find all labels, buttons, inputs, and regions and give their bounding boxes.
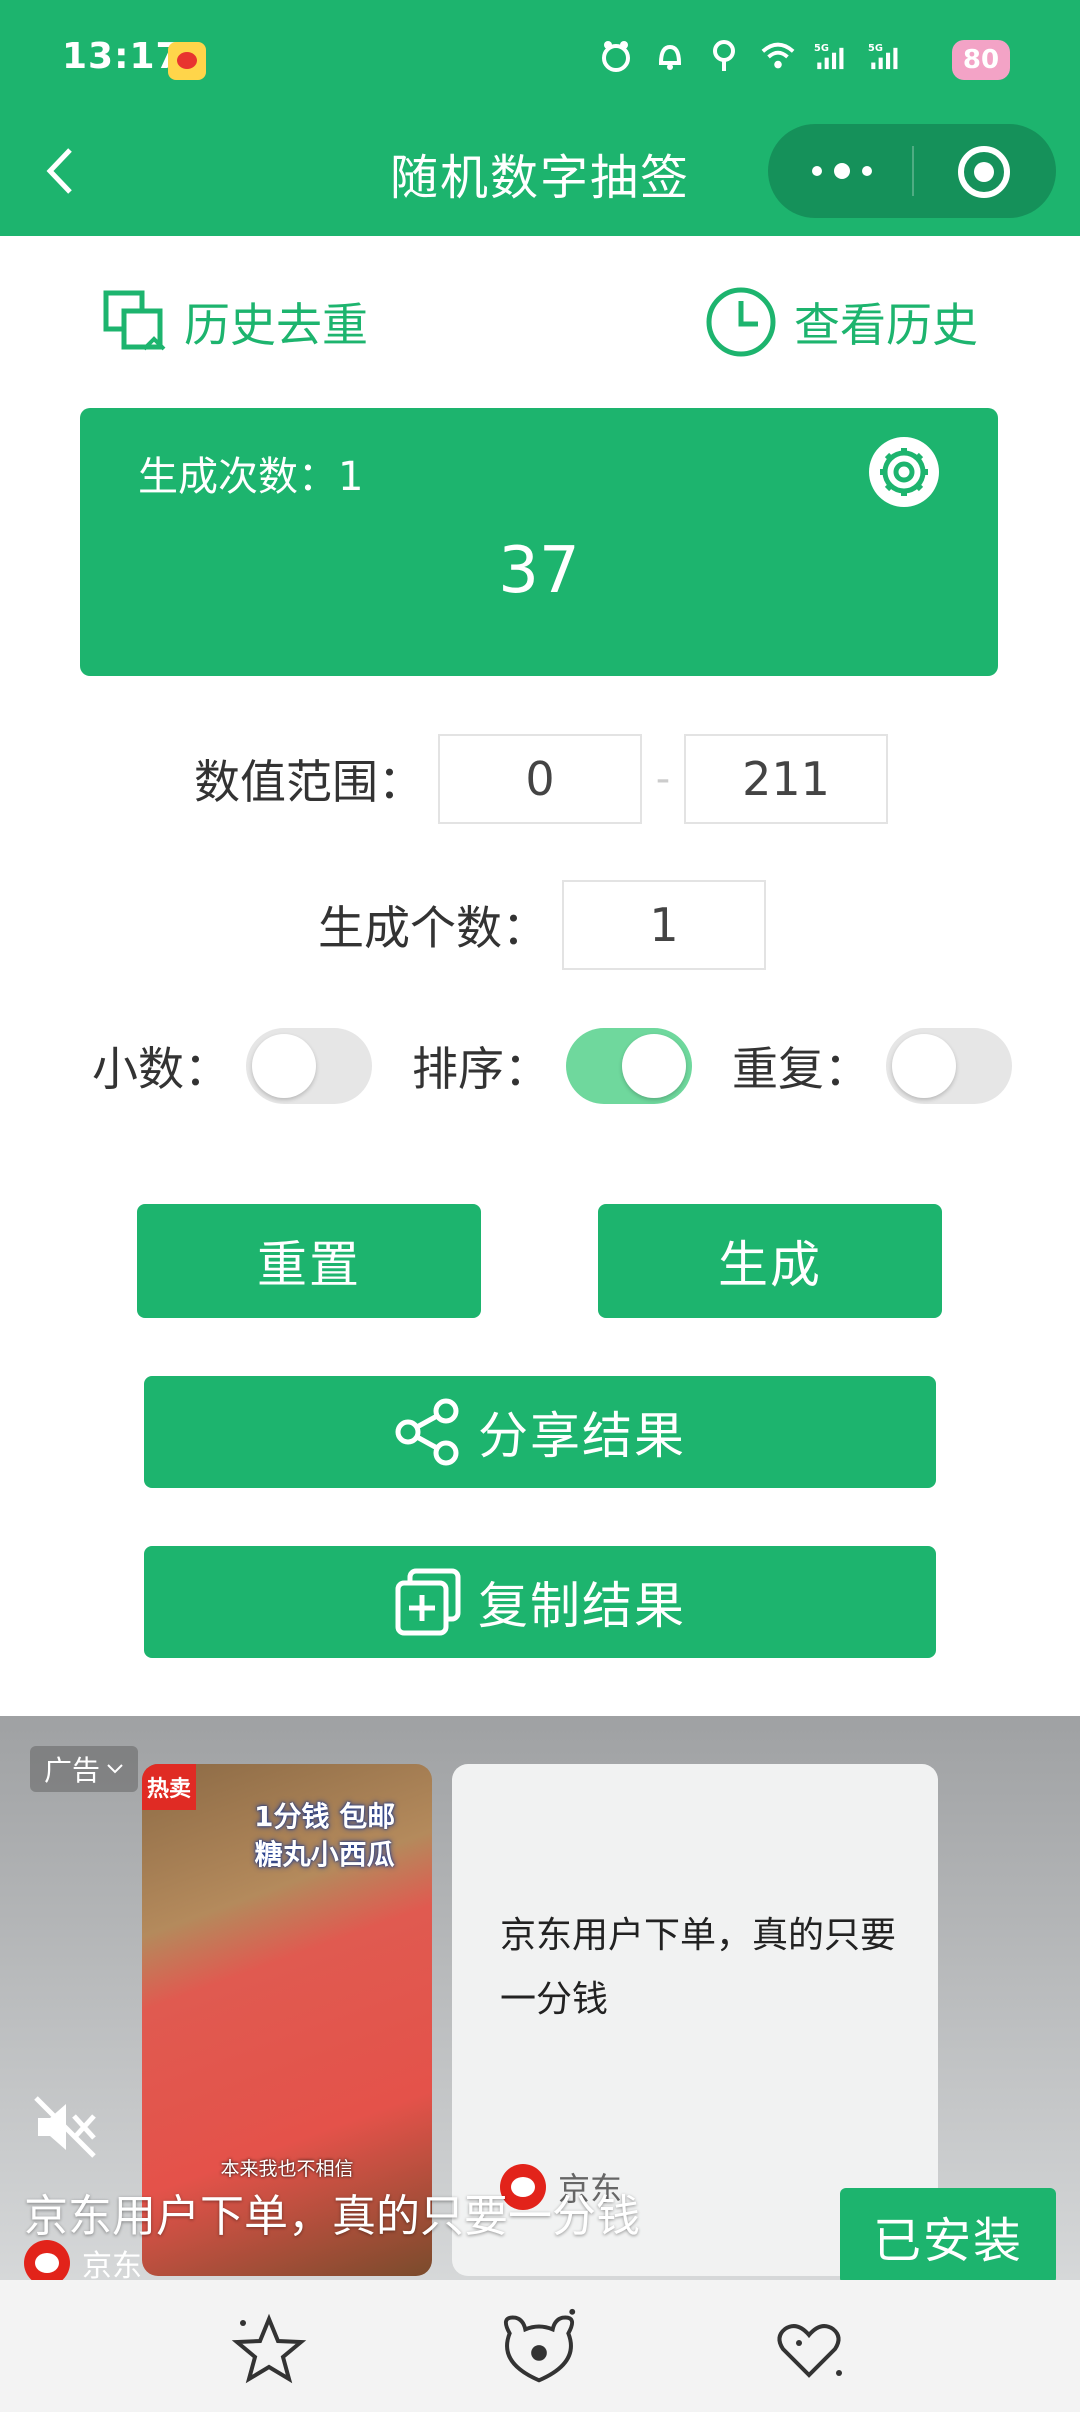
share-result-label: 分享结果 bbox=[478, 1407, 686, 1465]
view-history-link[interactable]: 查看历史 bbox=[704, 282, 978, 362]
weibo-notification-icon bbox=[168, 42, 206, 80]
result-card: 生成次数：1 37 bbox=[80, 408, 998, 676]
generate-button-label: 生成 bbox=[718, 1236, 822, 1294]
range-row: 数值范围： 0 - 211 bbox=[194, 734, 888, 824]
mute-icon[interactable] bbox=[30, 2092, 100, 2162]
jd-logo-icon bbox=[24, 2240, 70, 2280]
ad-banner[interactable]: 广告 热卖 1分钱 包邮 糖丸小西瓜 本来我也不相信 京东用户下单，真的只要一分… bbox=[0, 1716, 1080, 2280]
wifi-icon bbox=[760, 38, 796, 74]
signal-5g-secondary-icon: 5G bbox=[868, 38, 904, 74]
bottom-nav-bar bbox=[0, 2280, 1080, 2412]
ad-video-caption: 本来我也不相信 bbox=[220, 2158, 354, 2180]
ad-promo-line-1: 1分钱 包邮 bbox=[254, 1800, 396, 1833]
pet-nav-icon[interactable] bbox=[494, 2304, 584, 2394]
svg-text:5G: 5G bbox=[868, 43, 883, 54]
ad-overlay-title: 京东用户下单，真的只要一分钱 bbox=[24, 2191, 640, 2242]
ad-promo-text: 1分钱 包邮 糖丸小西瓜 bbox=[254, 1798, 395, 1874]
quantity-label: 生成个数： bbox=[318, 901, 548, 955]
ad-tag[interactable]: 广告 bbox=[30, 1746, 138, 1792]
decimal-label: 小数： bbox=[92, 1042, 230, 1096]
top-bar: 13:17 5G 5G 80 随机数字抽签 bbox=[0, 0, 1080, 236]
decimal-toggle[interactable] bbox=[246, 1028, 372, 1104]
ad-tag-label: 广告 bbox=[43, 1754, 100, 1787]
mini-program-capsule bbox=[768, 124, 1056, 218]
range-separator: - bbox=[655, 756, 671, 802]
share-result-button[interactable]: 分享结果 bbox=[144, 1376, 936, 1488]
clock-icon bbox=[706, 287, 776, 357]
ad-description: 京东用户下单，真的只要一分钱 bbox=[500, 1915, 897, 2020]
status-icons: 5G 5G bbox=[598, 38, 904, 74]
signal-5g-icon: 5G bbox=[814, 38, 850, 74]
repeat-toggle[interactable] bbox=[886, 1028, 1012, 1104]
copy-result-label: 复制结果 bbox=[478, 1577, 686, 1635]
range-max-input[interactable]: 211 bbox=[684, 734, 888, 824]
history-dedup-link[interactable]: 历史去重 bbox=[102, 282, 368, 362]
balloon-notification-icon bbox=[706, 38, 742, 74]
history-dedup-label: 历史去重 bbox=[184, 298, 368, 352]
quantity-input[interactable]: 1 bbox=[562, 880, 766, 970]
svg-text:5G: 5G bbox=[814, 43, 829, 54]
result-value: 37 bbox=[498, 534, 580, 608]
ad-promo-line-2: 糖丸小西瓜 bbox=[254, 1838, 395, 1871]
share-icon bbox=[395, 1398, 459, 1466]
options-row: 小数： 排序： 重复： bbox=[92, 1028, 1012, 1104]
generate-button[interactable]: 生成 bbox=[598, 1204, 942, 1318]
bell-notification-icon bbox=[652, 38, 688, 74]
reset-button-label: 重置 bbox=[257, 1236, 361, 1294]
app-notification-icon bbox=[598, 38, 634, 74]
chevron-down-icon bbox=[107, 1764, 123, 1774]
sort-label: 排序： bbox=[412, 1042, 550, 1096]
close-program-icon[interactable] bbox=[958, 146, 1010, 198]
range-min-input[interactable]: 0 bbox=[438, 734, 642, 824]
generation-count: 生成次数：1 bbox=[138, 454, 364, 500]
star-nav-icon[interactable] bbox=[224, 2304, 314, 2394]
settings-gear-icon[interactable] bbox=[868, 436, 940, 508]
sort-toggle[interactable] bbox=[566, 1028, 692, 1104]
status-bar: 13:17 5G 5G 80 bbox=[0, 0, 1080, 120]
installed-button[interactable]: 已安装 bbox=[840, 2188, 1056, 2280]
ad-overlay-brand: 京东 bbox=[24, 2240, 142, 2280]
more-menu-icon[interactable] bbox=[812, 154, 872, 188]
range-label: 数值范围： bbox=[194, 755, 424, 809]
dedup-icon bbox=[103, 290, 166, 351]
ad-overlay-brand-name: 京东 bbox=[82, 2249, 142, 2280]
status-time: 13:17 bbox=[62, 36, 182, 77]
reset-button[interactable]: 重置 bbox=[137, 1204, 481, 1318]
heart-nav-icon[interactable] bbox=[764, 2304, 854, 2394]
view-history-label: 查看历史 bbox=[794, 298, 978, 352]
battery-indicator: 80 bbox=[952, 40, 1010, 80]
quantity-row: 生成个数： 1 bbox=[318, 880, 766, 970]
hot-sale-badge: 热卖 bbox=[142, 1764, 196, 1810]
repeat-label: 重复： bbox=[732, 1042, 870, 1096]
copy-result-button[interactable]: 复制结果 bbox=[144, 1546, 936, 1658]
copy-add-icon bbox=[395, 1568, 461, 1636]
